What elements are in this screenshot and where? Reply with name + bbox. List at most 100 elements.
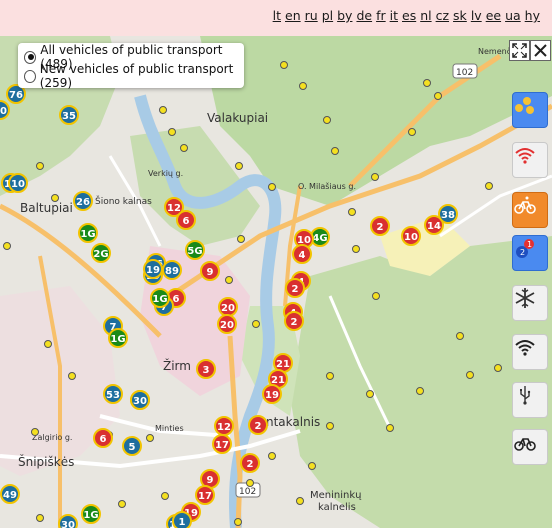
label-baltupiai: Baltupiai xyxy=(20,201,73,215)
lang-ua[interactable]: ua xyxy=(505,8,521,23)
vehicle-marker[interactable]: 9 xyxy=(200,261,220,281)
vehicle-marker[interactable]: 53 xyxy=(103,384,123,404)
lang-lv[interactable]: lv xyxy=(471,8,482,23)
vehicle-route-number: 53 xyxy=(106,390,120,401)
vehicle-marker[interactable]: 35 xyxy=(59,105,79,125)
vehicle-marker[interactable]: 3 xyxy=(196,359,216,379)
lang-by[interactable]: by xyxy=(337,8,352,23)
vehicle-marker[interactable]: 5 xyxy=(122,436,142,456)
lang-sk[interactable]: sk xyxy=(453,8,467,23)
filter-new-radio[interactable] xyxy=(24,69,36,83)
routes-button[interactable] xyxy=(512,92,548,128)
vehicle-marker[interactable]: 1G xyxy=(150,288,170,308)
language-links: lt en ru pl by de fr it es nl cz sk lv ee ua hy xyxy=(269,8,540,23)
vehicle-marker[interactable]: 1 xyxy=(172,511,192,528)
vehicle-marker[interactable]: 20 xyxy=(217,314,237,334)
vehicle-route-number: 10 xyxy=(11,179,25,190)
vehicle-route-number: 21 xyxy=(276,359,290,370)
lang-en[interactable]: en xyxy=(285,8,301,23)
close-button[interactable] xyxy=(530,40,551,61)
vehicle-marker[interactable]: 6 xyxy=(93,428,113,448)
vehicle-marker[interactable]: 2 xyxy=(284,311,304,331)
vehicle-marker[interactable]: 38 xyxy=(438,204,458,224)
wifi-button[interactable] xyxy=(512,334,548,370)
numbers-icon: 1 2 xyxy=(516,239,534,258)
vehicle-marker[interactable]: 17 xyxy=(212,434,232,454)
vehicle-marker[interactable]: 2G xyxy=(91,243,111,263)
vehicle-marker[interactable]: 1G xyxy=(78,223,98,243)
label-menininku: Menininkų xyxy=(310,490,362,501)
road-102-b: 102 xyxy=(239,487,256,497)
vehicle-marker[interactable]: 26 xyxy=(73,191,93,211)
language-bar: lt en ru pl by de fr it es nl cz sk lv ee ua hy xyxy=(0,0,552,36)
vehicle-marker[interactable]: 30 xyxy=(58,514,78,528)
vehicle-route-number: 30 xyxy=(61,520,75,528)
lang-lt[interactable]: lt xyxy=(273,8,281,23)
map-canvas[interactable]: Valakupiai Baltupiai Šiono kalnas Žirm n… xyxy=(0,36,552,528)
wifi-icon xyxy=(515,340,535,356)
vehicle-marker[interactable]: 1G xyxy=(81,504,101,524)
wifi-red-icon xyxy=(515,148,535,164)
close-icon xyxy=(534,44,547,57)
vehicle-marker[interactable]: 10 xyxy=(0,100,10,120)
vehicle-marker[interactable]: 89 xyxy=(162,260,182,280)
lang-fr[interactable]: fr xyxy=(376,8,386,23)
vehicle-route-number: 35 xyxy=(62,111,76,122)
vehicle-route-number: 9 xyxy=(207,267,214,278)
snowflake-icon xyxy=(515,288,535,308)
vehicle-filter-panel: All vehicles of public transport (489) N… xyxy=(18,43,244,90)
vehicle-route-number: 3 xyxy=(203,365,210,376)
vehicle-marker[interactable]: 49 xyxy=(0,484,20,504)
vehicle-route-number: 20 xyxy=(220,320,234,331)
bike-racks-button[interactable] xyxy=(512,192,548,228)
vehicle-marker[interactable]: 17 xyxy=(195,485,215,505)
label-nemenc: Nemenč xyxy=(478,46,511,56)
vehicle-marker[interactable]: 2 xyxy=(285,278,305,298)
lang-de[interactable]: de xyxy=(356,8,372,23)
label-snipiskes: Šnipiškės xyxy=(18,454,74,469)
vehicle-route-number: 89 xyxy=(165,266,179,277)
vehicle-marker[interactable]: 1G xyxy=(108,328,128,348)
vehicle-marker[interactable]: 4 xyxy=(292,244,312,264)
lang-it[interactable]: it xyxy=(390,8,398,23)
vehicle-route-number: 19 xyxy=(146,265,160,276)
vehicle-marker[interactable]: 12 xyxy=(214,416,234,436)
lang-es[interactable]: es xyxy=(402,8,416,23)
vehicle-marker[interactable]: 20 xyxy=(218,297,238,317)
vehicle-marker[interactable]: 5G xyxy=(185,240,205,260)
vehicle-marker[interactable]: 2 xyxy=(240,453,260,473)
vehicle-marker[interactable]: 2 xyxy=(248,415,268,435)
stops-numbers-button[interactable]: 1 2 xyxy=(512,235,548,271)
vehicle-marker[interactable]: 2 xyxy=(370,216,390,236)
filter-new-label[interactable]: New vehicles of public transport (259) xyxy=(40,62,244,90)
bicycle-transport-button[interactable] xyxy=(512,429,548,465)
vehicle-route-number: 49 xyxy=(3,490,17,501)
vehicle-route-number: 6 xyxy=(100,434,107,445)
vehicle-route-number: 19 xyxy=(265,390,279,401)
vehicle-route-number: 12 xyxy=(217,422,231,433)
lang-cz[interactable]: cz xyxy=(436,8,449,23)
lang-pl[interactable]: pl xyxy=(322,8,333,23)
vehicle-route-number: 2 xyxy=(377,222,384,233)
vehicle-route-number: 2 xyxy=(255,421,262,432)
vehicle-marker[interactable]: 6 xyxy=(176,210,196,230)
vehicle-marker[interactable]: 19 xyxy=(143,259,163,279)
vehicle-route-number: 5G xyxy=(187,246,202,257)
air-conditioning-button[interactable] xyxy=(512,285,548,321)
filter-all-radio[interactable] xyxy=(24,50,37,64)
lang-nl[interactable]: nl xyxy=(420,8,431,23)
filter-new-row[interactable]: New vehicles of public transport (259) xyxy=(24,62,244,90)
vehicle-marker[interactable]: 10 xyxy=(8,173,28,193)
vehicle-marker[interactable]: 10 xyxy=(401,226,421,246)
lang-hy[interactable]: hy xyxy=(525,8,540,23)
fullscreen-button[interactable] xyxy=(509,40,530,61)
lang-ee[interactable]: ee xyxy=(486,8,501,23)
vehicle-marker[interactable]: 30 xyxy=(130,390,150,410)
label-verkiu: Verkių g. xyxy=(148,169,183,178)
usb-button[interactable] xyxy=(512,382,548,418)
vehicle-marker[interactable]: 19 xyxy=(262,384,282,404)
lang-ru[interactable]: ru xyxy=(305,8,318,23)
wifi-buses-button[interactable] xyxy=(512,142,548,178)
vehicle-route-number: 1 xyxy=(179,517,186,528)
vehicle-route-number: 26 xyxy=(76,197,90,208)
